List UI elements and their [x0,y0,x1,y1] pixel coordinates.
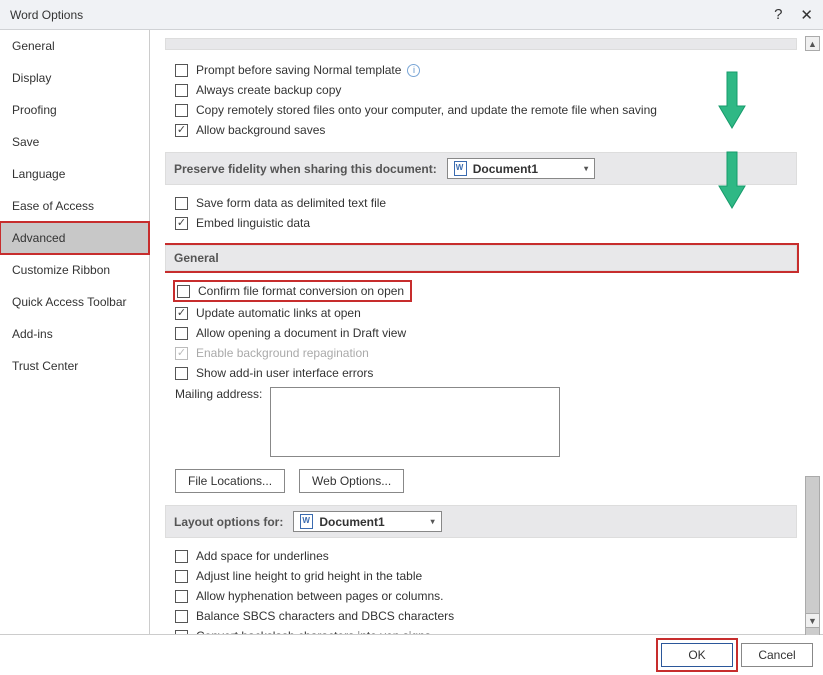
option-convert-backslash[interactable]: Convert backslash characters into yen si… [165,626,797,634]
checkbox-icon[interactable] [175,307,188,320]
option-enable-bg-repag: Enable background repagination [165,343,797,363]
checkbox-icon[interactable] [177,285,190,298]
option-update-links[interactable]: Update automatic links at open [165,303,797,323]
help-icon[interactable]: ? [774,6,782,23]
ok-button[interactable]: OK [661,643,733,667]
option-copy-remote[interactable]: Copy remotely stored files onto your com… [165,100,797,120]
checkbox-icon [175,347,188,360]
option-label: Prompt before saving Normal template [196,63,401,77]
option-label: Allow hyphenation between pages or colum… [196,589,444,603]
dialog-footer: OK Cancel [0,635,823,675]
titlebar: Word Options ? ✕ [0,0,823,30]
checkbox-icon[interactable] [175,367,188,380]
option-embed-linguistic[interactable]: Embed linguistic data [165,213,797,233]
window-title: Word Options [10,8,756,22]
section-label: Preserve fidelity when sharing this docu… [174,162,437,176]
select-value: Document1 [473,162,538,176]
option-allow-draft[interactable]: Allow opening a document in Draft view [165,323,797,343]
option-label: Adjust line height to grid height in the… [196,569,422,583]
option-label: Balance SBCS characters and DBCS charact… [196,609,454,623]
sidebar-item-display[interactable]: Display [0,62,149,94]
option-label: Convert backslash characters into yen si… [196,629,431,634]
sidebar-item-trust-center[interactable]: Trust Center [0,350,149,382]
option-allow-hyphenation[interactable]: Allow hyphenation between pages or colum… [165,586,797,606]
option-label: Save form data as delimited text file [196,196,386,210]
option-balance-sbcs-dbcs[interactable]: Balance SBCS characters and DBCS charact… [165,606,797,626]
section-head-general: General [165,245,797,271]
sidebar-item-proofing[interactable]: Proofing [0,94,149,126]
mailing-address-row: Mailing address: [165,383,797,457]
sidebar: General Display Proofing Save Language E… [0,30,150,634]
mailing-label: Mailing address: [175,387,262,401]
sidebar-item-customize-ribbon[interactable]: Customize Ribbon [0,254,149,286]
option-label: Always create backup copy [196,83,341,97]
section-label: General [174,251,219,265]
close-icon[interactable]: ✕ [800,6,813,24]
sidebar-item-save[interactable]: Save [0,126,149,158]
checkbox-icon[interactable] [175,570,188,583]
checkbox-icon[interactable] [175,550,188,563]
scrollbar[interactable]: ▲ ▼ [805,36,820,628]
sidebar-item-advanced[interactable]: Advanced [0,222,149,254]
checkbox-icon[interactable] [175,630,188,635]
option-adjust-line-height[interactable]: Adjust line height to grid height in the… [165,566,797,586]
sidebar-item-addins[interactable]: Add-ins [0,318,149,350]
cancel-button[interactable]: Cancel [741,643,813,667]
option-label: Update automatic links at open [196,306,361,320]
mailing-address-input[interactable] [270,387,560,457]
section-head-layout: Layout options for: Document1 ▾ [165,505,797,538]
option-label: Allow opening a document in Draft view [196,326,406,340]
option-backup-copy[interactable]: Always create backup copy [165,80,797,100]
section-head-fidelity: Preserve fidelity when sharing this docu… [165,152,797,185]
chevron-down-icon: ▾ [544,164,588,173]
checkbox-icon[interactable] [175,84,188,97]
fidelity-doc-select[interactable]: Document1 ▾ [447,158,595,179]
sidebar-item-quick-access[interactable]: Quick Access Toolbar [0,286,149,318]
file-locations-button[interactable]: File Locations... [175,469,285,493]
section-label: Layout options for: [174,515,283,529]
checkbox-icon[interactable] [175,217,188,230]
chevron-down-icon: ▾ [391,517,435,526]
scroll-down-icon[interactable]: ▼ [805,613,820,628]
option-label: Add space for underlines [196,549,329,563]
section-head-save [165,38,797,50]
select-value: Document1 [319,515,384,529]
web-options-button[interactable]: Web Options... [299,469,404,493]
word-doc-icon [454,161,467,176]
scroll-up-icon[interactable]: ▲ [805,36,820,51]
sidebar-item-ease-of-access[interactable]: Ease of Access [0,190,149,222]
option-allow-bg-saves[interactable]: Allow background saves [165,120,797,140]
checkbox-icon[interactable] [175,590,188,603]
info-icon[interactable]: i [407,64,420,77]
checkbox-icon[interactable] [175,197,188,210]
layout-doc-select[interactable]: Document1 ▾ [293,511,441,532]
checkbox-icon[interactable] [175,104,188,117]
annotation-arrow-icon [717,150,743,210]
sidebar-item-general[interactable]: General [0,30,149,62]
option-add-space-underlines[interactable]: Add space for underlines [165,546,797,566]
option-label: Show add-in user interface errors [196,366,373,380]
sidebar-item-language[interactable]: Language [0,158,149,190]
checkbox-icon[interactable] [175,610,188,623]
annotation-arrow-icon [717,70,743,130]
option-addin-errors[interactable]: Show add-in user interface errors [165,363,797,383]
option-save-form-data[interactable]: Save form data as delimited text file [165,193,797,213]
option-label: Allow background saves [196,123,325,137]
option-label: Copy remotely stored files onto your com… [196,103,657,117]
option-prompt-normal[interactable]: Prompt before saving Normal template i [165,60,797,80]
checkbox-icon[interactable] [175,64,188,77]
option-label: Confirm file format conversion on open [198,284,404,298]
checkbox-icon[interactable] [175,124,188,137]
option-label: Enable background repagination [196,346,369,360]
scroll-thumb[interactable] [805,476,820,636]
word-doc-icon [300,514,313,529]
option-confirm-conversion[interactable]: Confirm file format conversion on open [165,279,797,303]
option-label: Embed linguistic data [196,216,310,230]
checkbox-icon[interactable] [175,327,188,340]
